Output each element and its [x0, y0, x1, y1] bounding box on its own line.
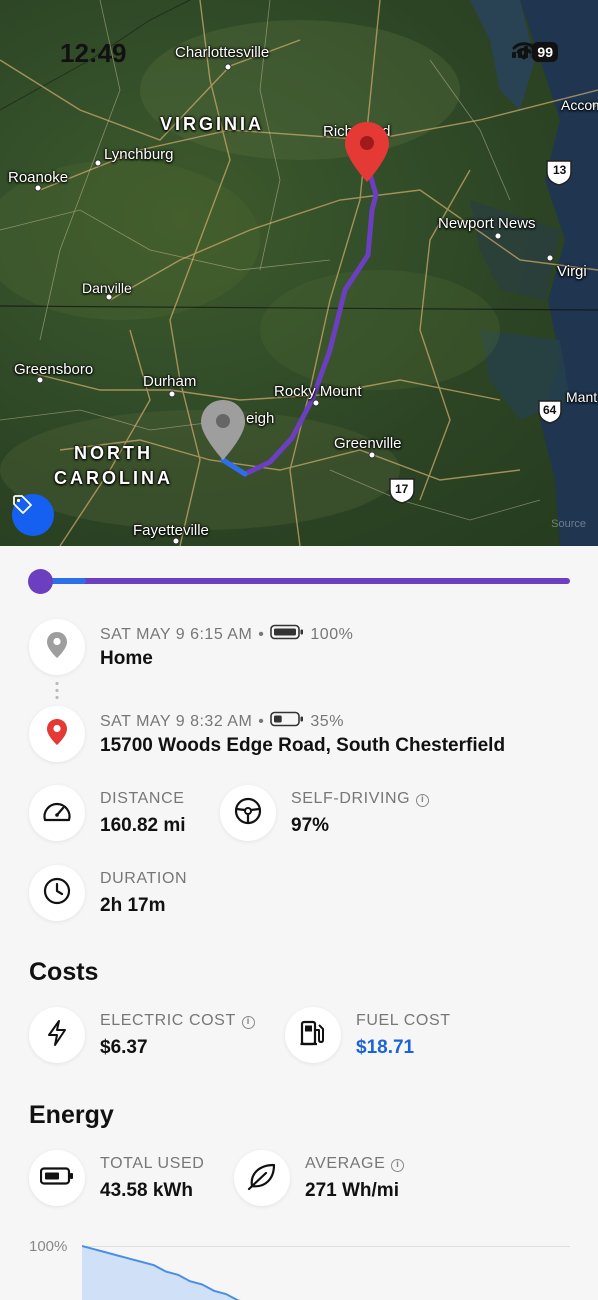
fuel-cost-label: FUEL COST [356, 1012, 451, 1029]
map-terrain [0, 0, 598, 546]
end-datetime: SAT MAY 9 8:32 AM [100, 712, 253, 730]
end-point-icon-circle [29, 706, 85, 762]
map-label-accomac: Accom [561, 97, 598, 113]
electric-cost-label-text: ELECTRIC COST [100, 1012, 236, 1029]
fuel-cost-icon-circle [285, 1007, 341, 1063]
end-battery-percent: 35% [310, 712, 344, 730]
status-indicators: 99 [512, 42, 558, 62]
start-separator: • [258, 625, 265, 643]
map-label-greenville: Greenville [334, 435, 402, 452]
clock-icon [43, 877, 71, 910]
battery-level-chart[interactable] [82, 1244, 570, 1300]
slider-thumb[interactable] [28, 569, 53, 594]
average-label: AVERAGE i [305, 1155, 405, 1173]
electric-cost-label: ELECTRIC COST i [100, 1012, 255, 1030]
distance-label: DISTANCE [100, 790, 185, 807]
map-label-north: NORTH [74, 443, 153, 463]
end-place[interactable]: 15700 Woods Edge Road, South Chesterfiel… [100, 735, 505, 757]
map-label-carolina: CAROLINA [54, 468, 173, 488]
map-label-greensboro: Greensboro [14, 361, 94, 378]
map-label-durham: Durham [143, 373, 197, 390]
end-meta-row: SAT MAY 9 8:32 AM • 35% [100, 711, 344, 732]
electric-cost-value: $6.37 [100, 1037, 148, 1058]
lightning-bolt-icon [46, 1019, 68, 1052]
status-time: 12:49 [60, 38, 127, 68]
fuel-cost-value[interactable]: $18.71 [356, 1037, 414, 1059]
total-used-label: TOTAL USED [100, 1155, 205, 1172]
map-label-raleigh: eigh [246, 410, 275, 427]
self-driving-label-text: SELF-DRIVING [291, 790, 411, 807]
map-label-rocky-mount: Rocky Mount [274, 383, 362, 400]
end-separator: • [258, 712, 265, 730]
start-datetime: SAT MAY 9 6:15 AM [100, 625, 253, 643]
map-label-virginia-beach: Virgi [557, 263, 587, 280]
average-info-icon[interactable]: i [391, 1159, 405, 1172]
energy-section-title: Energy [29, 1101, 114, 1129]
electric-cost-icon-circle [29, 1007, 85, 1063]
self-driving-value: 97% [291, 815, 330, 836]
costs-section-title: Costs [29, 958, 99, 986]
trip-map[interactable]: 12:49 99 Charlottesville VIRGINIA Richmo… [0, 0, 598, 546]
route-64-shield: 64 [536, 398, 564, 424]
end-location-pin-icon[interactable] [343, 120, 391, 184]
chart-y-tick-100: 100% [29, 1238, 68, 1255]
map-label-virginia: VIRGINIA [160, 114, 265, 134]
route-13-shield: 13 [544, 158, 574, 186]
self-driving-icon-circle [220, 785, 276, 841]
electric-cost-info-icon[interactable]: i [241, 1016, 255, 1029]
duration-value: 2h 17m [100, 895, 166, 916]
duration-icon-circle [29, 865, 85, 921]
start-battery-percent: 100% [310, 625, 354, 643]
speedometer-icon [42, 799, 72, 828]
tag-button[interactable] [12, 494, 54, 536]
total-used-value: 43.58 kWh [100, 1180, 193, 1201]
location-pin-gray-icon [46, 631, 68, 664]
start-location-pin-icon[interactable] [199, 398, 247, 462]
start-place: Home [100, 648, 153, 669]
map-label-fayetteville: Fayetteville [133, 522, 209, 539]
battery-icon [39, 1166, 74, 1190]
map-label-charlottesville: Charlottesville [175, 44, 270, 61]
duration-label: DURATION [100, 870, 188, 887]
self-driving-info-icon[interactable]: i [416, 794, 430, 807]
steering-wheel-icon [234, 797, 262, 830]
fuel-pump-icon [299, 1019, 327, 1052]
map-attribution: Source [551, 518, 586, 530]
map-label-danville: Danville [82, 280, 132, 296]
average-value: 271 Wh/mi [305, 1180, 399, 1201]
distance-icon-circle [29, 785, 85, 841]
leaf-icon [247, 1162, 277, 1195]
distance-value: 160.82 mi [100, 815, 186, 836]
start-meta-row: SAT MAY 9 6:15 AM • 100% [100, 624, 353, 645]
start-point-icon-circle [29, 619, 85, 675]
map-label-manteo: Mant [566, 389, 598, 405]
location-pin-red-icon [46, 718, 68, 751]
battery-low-icon [270, 711, 304, 732]
self-driving-label: SELF-DRIVING i [291, 790, 430, 808]
route-17-shield: 17 [387, 476, 417, 504]
battery-full-icon [270, 624, 304, 645]
slider-track [30, 578, 570, 584]
map-label-lynchburg: Lynchburg [104, 146, 174, 163]
total-used-icon-circle [29, 1150, 85, 1206]
trip-timeline-slider[interactable] [28, 568, 570, 594]
map-label-roanoke: Roanoke [8, 169, 69, 186]
average-label-text: AVERAGE [305, 1155, 386, 1172]
map-label-newport-news: Newport News [438, 215, 536, 232]
route-connector-dots [55, 680, 59, 700]
average-icon-circle [234, 1150, 290, 1206]
